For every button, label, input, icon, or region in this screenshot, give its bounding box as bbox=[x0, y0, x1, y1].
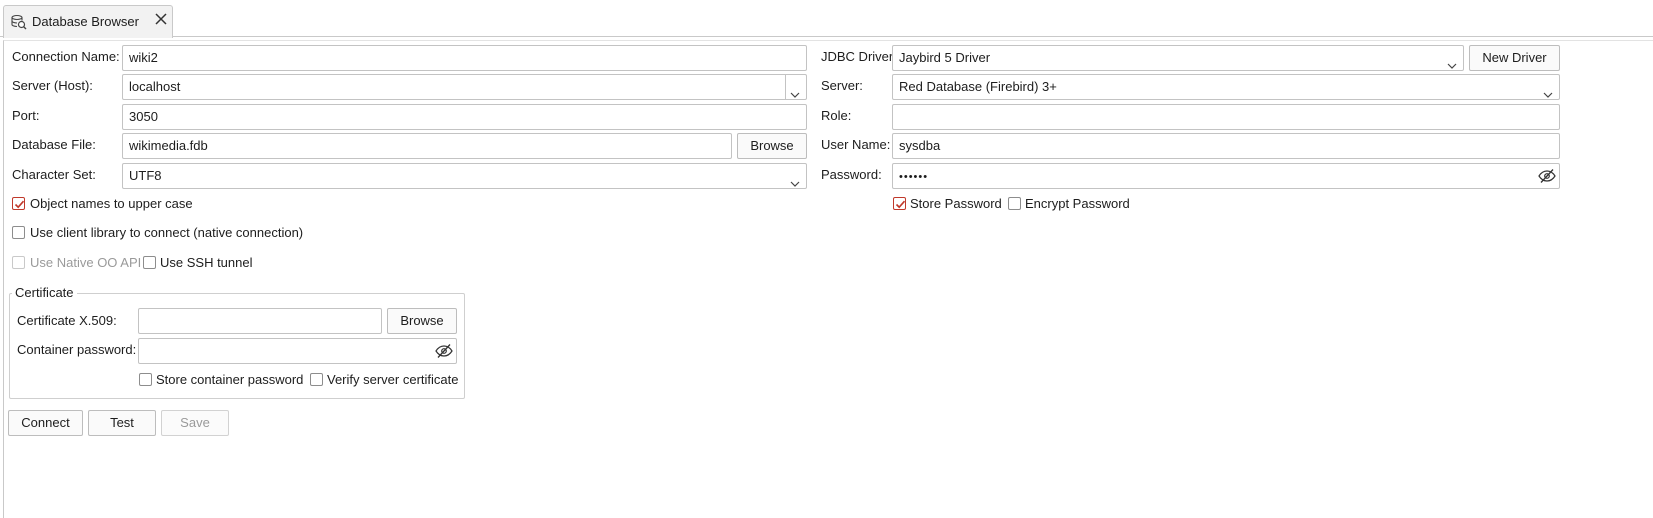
server-value: Red Database (Firebird) 3+ bbox=[899, 79, 1057, 94]
chevron-down-icon bbox=[1543, 83, 1553, 98]
jdbc-driver-label: JDBC Driver: bbox=[821, 49, 897, 64]
store-container-password-checkbox[interactable] bbox=[139, 373, 152, 386]
role-field[interactable] bbox=[892, 104, 1560, 130]
store-password-checkbox[interactable] bbox=[893, 197, 906, 210]
upper-case-checkbox[interactable] bbox=[12, 197, 25, 210]
server-host-value: localhost bbox=[129, 79, 181, 94]
server-host-combo[interactable]: localhost bbox=[122, 74, 807, 100]
character-set-value: UTF8 bbox=[129, 168, 162, 183]
native-connection-checkbox[interactable] bbox=[12, 226, 25, 239]
password-value: •••••• bbox=[899, 171, 929, 183]
container-password-label: Container password: bbox=[17, 342, 137, 357]
database-file-label: Database File: bbox=[12, 137, 96, 152]
certificate-x509-label: Certificate X.509: bbox=[17, 313, 117, 328]
native-oo-api-label: Use Native OO API bbox=[30, 255, 142, 270]
user-name-field[interactable]: sysdba bbox=[892, 133, 1560, 159]
container-password-field[interactable] bbox=[138, 338, 457, 364]
user-name-label: User Name: bbox=[821, 137, 891, 152]
test-button[interactable]: Test bbox=[88, 410, 156, 436]
encrypt-password-label[interactable]: Encrypt Password bbox=[1025, 196, 1130, 212]
verify-server-certificate-label[interactable]: Verify server certificate bbox=[327, 372, 459, 388]
database-search-icon bbox=[11, 14, 27, 30]
database-file-browse-button[interactable]: Browse bbox=[737, 133, 807, 159]
encrypt-password-checkbox[interactable] bbox=[1008, 197, 1021, 210]
connect-button[interactable]: Connect bbox=[8, 410, 83, 436]
jdbc-driver-value: Jaybird 5 Driver bbox=[899, 50, 991, 65]
native-oo-api-checkbox bbox=[12, 256, 25, 269]
hide-password-icon[interactable] bbox=[435, 343, 453, 359]
close-icon[interactable] bbox=[154, 12, 168, 26]
server-label: Server: bbox=[821, 78, 863, 93]
verify-server-certificate-checkbox[interactable] bbox=[310, 373, 323, 386]
hide-password-icon[interactable] bbox=[1538, 168, 1556, 184]
new-driver-button[interactable]: New Driver bbox=[1469, 45, 1560, 71]
port-label: Port: bbox=[12, 108, 40, 123]
server-host-label: Server (Host): bbox=[12, 78, 93, 93]
ssh-tunnel-checkbox[interactable] bbox=[143, 256, 156, 269]
connection-name-field[interactable]: wiki2 bbox=[122, 45, 807, 71]
store-container-password-label[interactable]: Store container password bbox=[156, 372, 303, 388]
chevron-down-icon bbox=[1447, 54, 1457, 69]
role-label: Role: bbox=[821, 108, 852, 123]
certificate-group-title: Certificate bbox=[12, 285, 77, 301]
upper-case-label[interactable]: Object names to upper case bbox=[30, 196, 193, 212]
store-password-label[interactable]: Store Password bbox=[910, 196, 1002, 212]
native-connection-label[interactable]: Use client library to connect (native co… bbox=[30, 225, 303, 241]
chevron-down-icon[interactable] bbox=[790, 83, 800, 98]
tab-database-browser[interactable]: Database Browser bbox=[3, 5, 173, 38]
password-field[interactable]: •••••• bbox=[892, 163, 1560, 189]
port-field[interactable]: 3050 bbox=[122, 104, 807, 130]
chevron-down-icon bbox=[790, 172, 800, 187]
password-label: Password: bbox=[821, 167, 882, 182]
character-set-label: Character Set: bbox=[12, 167, 96, 182]
save-button: Save bbox=[161, 410, 229, 436]
certificate-browse-button[interactable]: Browse bbox=[387, 308, 457, 334]
database-file-field[interactable]: wikimedia.fdb bbox=[122, 133, 732, 159]
connection-name-label: Connection Name: bbox=[12, 49, 120, 64]
jdbc-driver-dropdown[interactable]: Jaybird 5 Driver bbox=[892, 45, 1464, 71]
server-dropdown[interactable]: Red Database (Firebird) 3+ bbox=[892, 74, 1560, 100]
ssh-tunnel-label[interactable]: Use SSH tunnel bbox=[160, 255, 253, 271]
tab-strip bbox=[0, 0, 1653, 37]
tab-title: Database Browser bbox=[32, 14, 139, 29]
certificate-x509-field[interactable] bbox=[138, 308, 382, 334]
character-set-dropdown[interactable]: UTF8 bbox=[122, 163, 807, 189]
